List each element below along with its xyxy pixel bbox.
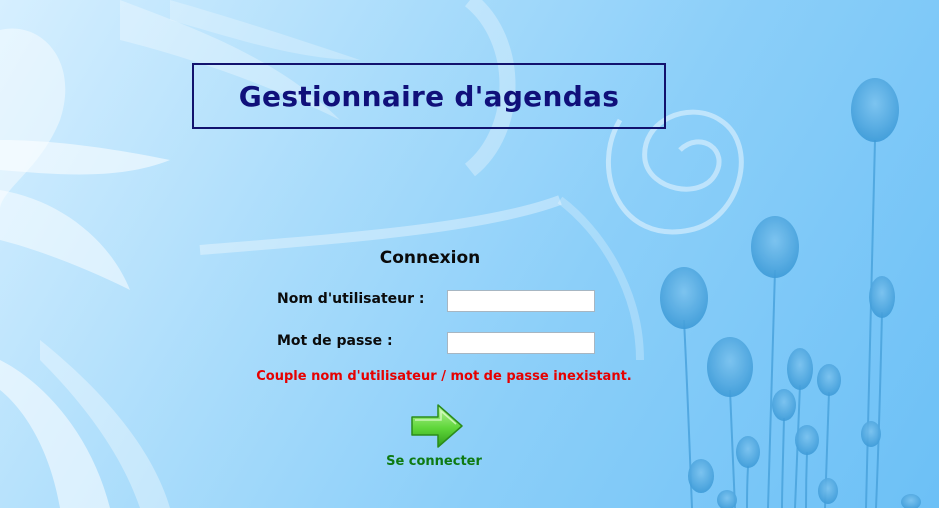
login-button[interactable]: Se connecter (380, 400, 488, 474)
page-title: Gestionnaire d'agendas (238, 79, 620, 113)
arrow-right-icon[interactable] (410, 402, 464, 450)
password-input[interactable] (447, 332, 595, 354)
page-title-box: Gestionnaire d'agendas (192, 63, 666, 129)
username-label: Nom d'utilisateur : (277, 291, 425, 307)
login-button-label[interactable]: Se connecter (380, 454, 488, 469)
error-message: Couple nom d'utilisateur / mot de passe … (256, 369, 632, 384)
login-heading: Connexion (379, 248, 481, 268)
password-label: Mot de passe : (277, 333, 393, 349)
username-input[interactable] (447, 290, 595, 312)
